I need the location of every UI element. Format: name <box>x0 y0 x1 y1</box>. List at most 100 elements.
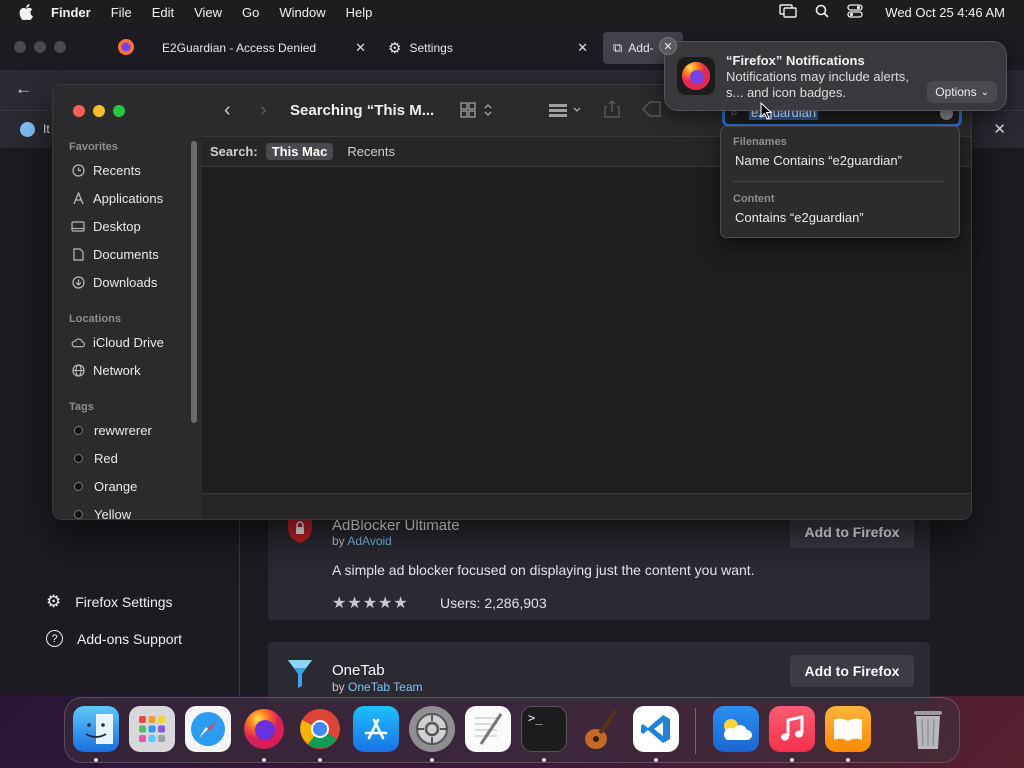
info-icon <box>20 122 35 137</box>
spotlight-search-icon[interactable] <box>815 4 829 21</box>
menu-clock[interactable]: Wed Oct 25 4:46 AM <box>885 5 1005 20</box>
finder-zoom-button[interactable] <box>113 105 125 117</box>
tab-settings[interactable]: ⚙ Settings ✕ <box>378 32 596 64</box>
dock-textedit-icon[interactable] <box>465 706 511 752</box>
window-minimize-button[interactable] <box>34 41 46 53</box>
tab-close-icon[interactable]: ✕ <box>577 40 588 56</box>
control-center-icon[interactable] <box>847 3 863 21</box>
sidebar-scrollbar[interactable] <box>191 141 197 423</box>
dock-garageband-icon[interactable] <box>577 706 623 752</box>
dock-books-icon[interactable] <box>825 706 871 752</box>
addon-author-line: by OneTab Team <box>332 680 423 694</box>
sidebar-item-recents[interactable]: Recents <box>71 160 141 180</box>
sidebar-item-downloads[interactable]: Downloads <box>71 272 157 292</box>
dock-finder-icon[interactable] <box>73 706 119 752</box>
sidebar-tag-red[interactable]: Red <box>71 448 118 468</box>
suggestion-name-contains[interactable]: Name Contains “e2guardian” <box>735 153 902 168</box>
running-indicator <box>542 758 546 762</box>
desktop-icon <box>71 219 85 233</box>
forward-chevron-icon[interactable]: › <box>260 99 267 122</box>
sidebar-item-icloud-drive[interactable]: iCloud Drive <box>71 332 164 352</box>
running-indicator <box>262 758 266 762</box>
finder-close-button[interactable] <box>73 105 85 117</box>
dock-system-settings-icon[interactable] <box>409 706 455 752</box>
filenames-header: Filenames <box>733 136 787 148</box>
add-to-firefox-button[interactable]: Add to Firefox <box>790 655 914 687</box>
running-indicator <box>846 758 850 762</box>
addon-author-link[interactable]: AdAvoid <box>347 534 391 548</box>
add-to-firefox-button[interactable]: Add to Firefox <box>790 516 914 548</box>
menu-go[interactable]: Go <box>242 5 259 20</box>
tab-e2guardian[interactable]: E2Guardian - Access Denied ✕ <box>152 32 374 64</box>
download-icon <box>71 275 85 289</box>
puzzle-icon: ⧉ <box>613 40 623 55</box>
dock-firefox-icon[interactable] <box>241 706 287 752</box>
dock-app-store-icon[interactable] <box>353 706 399 752</box>
tag-icon[interactable] <box>642 100 662 123</box>
firefox-settings-link[interactable]: ⚙ Firefox Settings <box>46 592 173 612</box>
sidebar-item-applications[interactable]: Applications <box>71 188 163 208</box>
menu-edit[interactable]: Edit <box>152 5 174 20</box>
sidebar-tag-orange[interactable]: Orange <box>71 476 137 496</box>
addon-title[interactable]: OneTab <box>332 662 385 679</box>
help-circle-icon: ? <box>46 630 63 647</box>
running-indicator <box>94 758 98 762</box>
apple-menu-icon[interactable] <box>17 3 35 21</box>
notification-close-icon[interactable]: ✕ <box>659 37 677 55</box>
notification-body: Notifications may include alerts, s... a… <box>726 69 909 100</box>
scope-recents-button[interactable]: Recents <box>341 143 401 160</box>
addon-author-link[interactable]: OneTab Team <box>348 680 423 694</box>
sidebar-item-label: Red <box>94 450 118 466</box>
sidebar-tag-rewwrerer[interactable]: rewwrerer <box>71 420 152 440</box>
firefox-view-icon[interactable] <box>117 38 135 61</box>
dock-music-icon[interactable] <box>769 706 815 752</box>
window-close-button[interactable] <box>14 41 26 53</box>
menu-window[interactable]: Window <box>279 5 325 20</box>
addons-support-link[interactable]: ? Add-ons Support <box>46 630 182 647</box>
sidebar-item-network[interactable]: Network <box>71 360 141 380</box>
window-zoom-button[interactable] <box>54 41 66 53</box>
notice-close-icon[interactable]: ✕ <box>993 120 1006 138</box>
back-chevron-icon[interactable]: ‹ <box>224 99 231 122</box>
dock-trash-icon[interactable] <box>905 706 951 752</box>
group-by-icon[interactable] <box>548 102 584 123</box>
running-indicator <box>430 758 434 762</box>
menu-help[interactable]: Help <box>346 5 373 20</box>
firefox-settings-label: Firefox Settings <box>75 594 173 610</box>
sidebar-item-label: Network <box>93 362 141 378</box>
dock-vscode-icon[interactable] <box>633 706 679 752</box>
tab-close-icon[interactable]: ✕ <box>355 40 366 56</box>
sidebar-item-label: Documents <box>93 246 159 262</box>
suggestion-content-contains[interactable]: Contains “e2guardian” <box>735 210 864 225</box>
sidebar-tag-yellow[interactable]: Yellow <box>71 504 131 519</box>
search-suggestions-dropdown: Filenames Name Contains “e2guardian” Con… <box>720 126 960 238</box>
share-icon[interactable] <box>604 100 620 123</box>
chevron-down-icon: ⌄ <box>980 86 989 98</box>
applications-icon <box>71 191 85 205</box>
screen-mirroring-icon[interactable] <box>779 3 797 21</box>
finder-status-bar <box>202 493 971 519</box>
dock-weather-icon[interactable] <box>713 706 759 752</box>
dock: >_ <box>64 697 960 763</box>
notification-options-button[interactable]: Options ⌄ <box>927 81 997 103</box>
dock-chrome-icon[interactable] <box>297 706 343 752</box>
sidebar-item-label: iCloud Drive <box>93 334 164 350</box>
finder-minimize-button[interactable] <box>93 105 105 117</box>
sidebar-item-label: rewwrerer <box>94 422 152 438</box>
dock-safari-icon[interactable] <box>185 706 231 752</box>
dock-launchpad-icon[interactable] <box>129 706 175 752</box>
notification-banner[interactable]: “Firefox” Notifications Notifications ma… <box>664 41 1007 111</box>
sidebar-item-desktop[interactable]: Desktop <box>71 216 141 236</box>
view-grid-icon[interactable] <box>460 102 494 123</box>
sidebar-item-documents[interactable]: Documents <box>71 244 159 264</box>
menu-app-name[interactable]: Finder <box>51 5 91 20</box>
scope-this-mac-button[interactable]: This Mac <box>265 143 334 160</box>
menu-bar: Finder File Edit View Go Window Help Wed… <box>0 0 1024 24</box>
running-indicator <box>654 758 658 762</box>
dock-terminal-icon[interactable]: >_ <box>521 706 567 752</box>
addon-by-prefix: by <box>332 680 345 694</box>
clock-icon <box>71 163 85 177</box>
menu-view[interactable]: View <box>194 5 222 20</box>
back-arrow-icon[interactable]: ← <box>15 79 32 99</box>
menu-file[interactable]: File <box>111 5 132 20</box>
